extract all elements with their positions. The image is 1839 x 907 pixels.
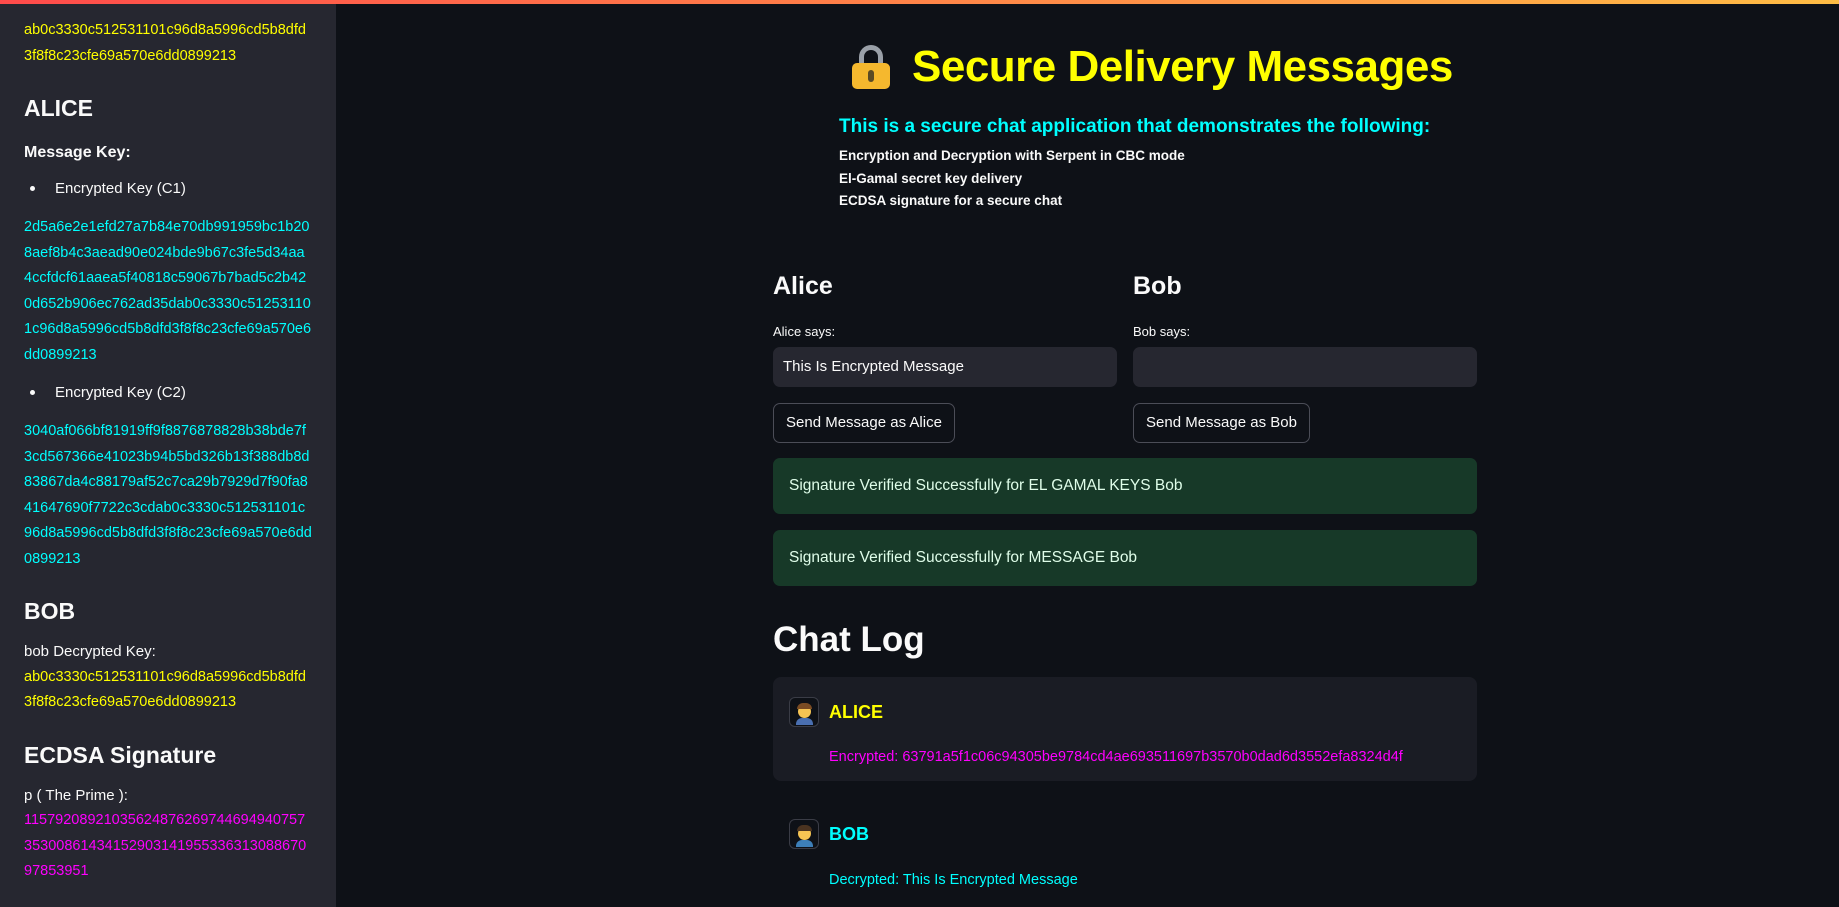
- lock-icon: [852, 45, 890, 89]
- prime-label: p ( The Prime ):: [24, 786, 128, 804]
- page-title-row: Secure Delivery Messages: [852, 42, 1453, 92]
- c1-label: Encrypted Key (C1): [55, 180, 186, 197]
- page-title: Secure Delivery Messages: [912, 42, 1453, 91]
- message-sender: BOB: [829, 824, 869, 844]
- c2-value: 3040af066bf81919ff9f8876878828b38bde7f3c…: [24, 423, 312, 567]
- bob-avatar-icon: [789, 819, 819, 849]
- bob-heading: Bob: [1133, 272, 1182, 300]
- alice-message-input[interactable]: This Is Encrypted Message: [773, 347, 1117, 387]
- message-text: Encrypted: 63791a5f1c06c94305be9784cd4ae…: [829, 749, 1403, 765]
- alice-heading: Alice: [773, 272, 833, 300]
- success-alert: Signature Verified Successfully for MESS…: [773, 530, 1477, 586]
- c1-value: 2d5a6e2e1efd27a7b84e70db991959bc1b208aef…: [24, 219, 312, 363]
- sidebar[interactable]: ab0c3330c512531101c96d8a5996cd5b8dfd3f8f…: [0, 4, 336, 907]
- bullet-icon: [30, 390, 35, 395]
- success-alert: Signature Verified Successfully for EL G…: [773, 458, 1477, 514]
- feature-item: Encryption and Decryption with Serpent i…: [839, 148, 1185, 163]
- send-as-alice-button[interactable]: Send Message as Alice: [773, 403, 955, 443]
- feature-list: Encryption and Decryption with Serpent i…: [839, 145, 1185, 213]
- c2-label: Encrypted Key (C2): [55, 384, 186, 401]
- main-content: Secure Delivery Messages This is a secur…: [336, 4, 1839, 907]
- alice-avatar-icon: [789, 697, 819, 727]
- feature-item: El-Gamal secret key delivery: [839, 170, 1023, 186]
- bob-message-input[interactable]: [1133, 347, 1477, 387]
- prime-value: 1157920892103562487626974469494075735300…: [24, 812, 307, 879]
- bullet-icon: [30, 186, 35, 191]
- c1-bullet: Encrypted Key (C1): [24, 180, 312, 197]
- feature-item: ECDSA signature for a secure chat: [839, 193, 1063, 208]
- alice-section-heading: ALICE: [24, 95, 93, 121]
- sidebar-top-key: ab0c3330c512531101c96d8a5996cd5b8dfd3f8f…: [24, 22, 306, 64]
- ecdsa-section-heading: ECDSA Signature: [24, 741, 217, 768]
- bob-key-label: bob Decrypted Key:: [24, 643, 156, 660]
- chat-log-heading: Chat Log: [773, 620, 925, 659]
- chat-message-alice: ALICE Encrypted: 63791a5f1c06c94305be978…: [773, 677, 1477, 781]
- message-text: Decrypted: This Is Encrypted Message: [829, 872, 1078, 888]
- chat-message-bob: BOB Decrypted: This Is Encrypted Message: [773, 799, 1477, 907]
- alice-input-label: Alice says:: [773, 324, 836, 339]
- bob-section-heading: BOB: [24, 598, 76, 624]
- message-key-label: Message Key:: [24, 144, 131, 161]
- message-sender: ALICE: [829, 702, 883, 722]
- page-subtitle: This is a secure chat application that d…: [839, 116, 1431, 137]
- bob-key-value: ab0c3330c512531101c96d8a5996cd5b8dfd3f8f…: [24, 668, 306, 711]
- send-as-bob-button[interactable]: Send Message as Bob: [1133, 403, 1310, 443]
- c2-bullet: Encrypted Key (C2): [24, 384, 312, 401]
- bob-input-label: Bob says:: [1133, 324, 1191, 339]
